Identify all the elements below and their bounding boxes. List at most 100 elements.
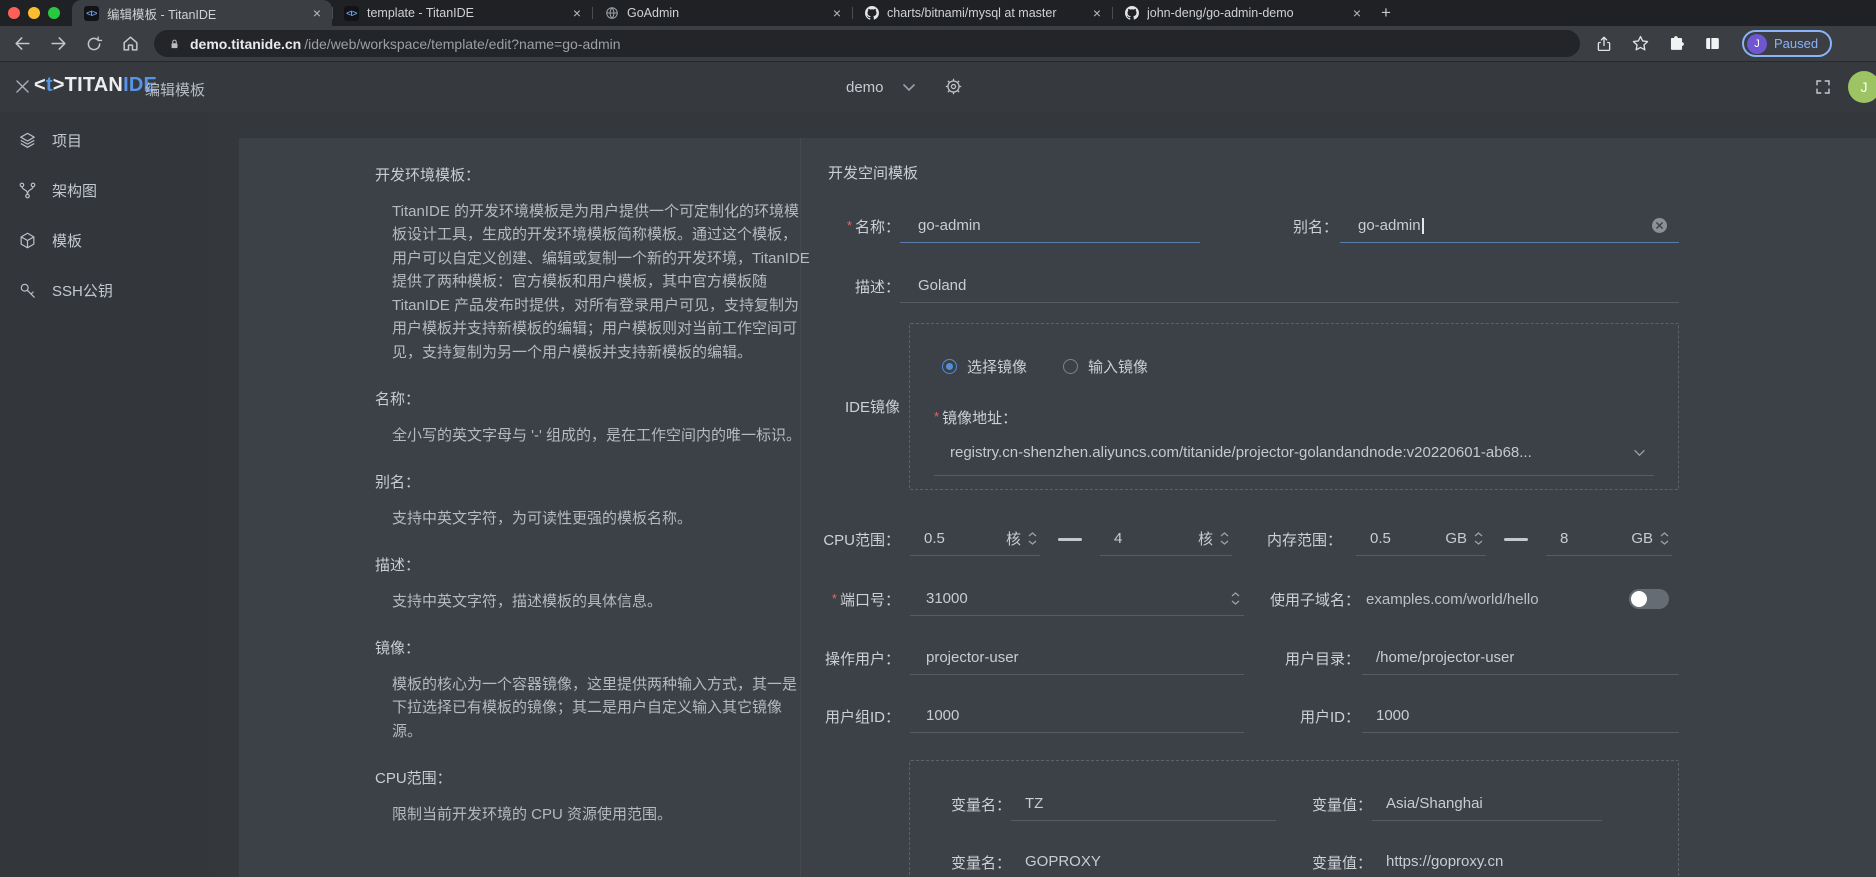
reload-button[interactable] — [78, 29, 110, 59]
sidebar-item-label: 项目 — [52, 130, 82, 151]
text-cursor — [1422, 218, 1424, 234]
fullscreen-icon[interactable] — [1814, 78, 1832, 101]
stepper-control[interactable] — [1474, 532, 1483, 545]
lock-icon — [168, 37, 181, 51]
doc-heading: CPU范围： — [375, 767, 811, 791]
extensions-puzzle-icon[interactable] — [1660, 29, 1692, 59]
group-id-label: 用户组ID： — [800, 706, 900, 727]
var-value-label: 变量值： — [1306, 852, 1372, 873]
required-marker: * — [934, 409, 939, 424]
ssh-key-icon — [18, 281, 37, 300]
doc-paragraph: 限制当前开发环境的 CPU 资源使用范围。 — [375, 803, 811, 827]
forward-button[interactable] — [42, 29, 74, 59]
image-address-select[interactable]: registry.cn-shenzhen.aliyuncs.com/titani… — [934, 444, 1654, 476]
group-id-input[interactable]: 1000 — [910, 699, 1244, 733]
stepper-control[interactable] — [1660, 532, 1669, 545]
sidebar-item-label: 模板 — [52, 230, 82, 251]
subdomain-example: examples.com/world/hello — [1366, 591, 1539, 608]
tab-close-icon[interactable]: × — [1091, 6, 1103, 20]
side-panel-icon[interactable] — [1696, 29, 1728, 59]
sidebar: 项目 架构图 模板 SSH公钥 — [0, 112, 215, 877]
clear-input-icon[interactable] — [1652, 218, 1667, 233]
cpu-max-input[interactable]: 4核 — [1100, 522, 1232, 556]
macos-minimize-button[interactable] — [28, 7, 40, 19]
tab-template[interactable]: <t> template - TitanIDE × — [332, 0, 592, 26]
name-input[interactable]: go-admin — [900, 209, 1200, 243]
required-marker: * — [847, 218, 852, 233]
tab-title: john-deng/go-admin-demo — [1147, 6, 1343, 20]
var-name-label: 变量名： — [936, 794, 1011, 815]
sidebar-item-ssh-keys[interactable]: SSH公钥 — [0, 265, 215, 315]
tab-close-icon[interactable]: × — [311, 6, 323, 20]
workspace-selector[interactable]: demo — [846, 79, 916, 96]
sidebar-item-templates[interactable]: 模板 — [0, 215, 215, 265]
input-image-radio-label[interactable]: 输入镜像 — [1088, 356, 1148, 377]
back-button[interactable] — [6, 29, 38, 59]
tab-title: template - TitanIDE — [367, 6, 563, 20]
tab-github-go-admin-demo[interactable]: john-deng/go-admin-demo × — [1112, 0, 1372, 26]
user-id-label: 用户ID： — [1270, 706, 1360, 727]
var-name-input[interactable]: TZ — [1011, 787, 1276, 821]
tab-close-icon[interactable]: × — [831, 6, 843, 20]
profile-avatar: J — [1747, 34, 1767, 54]
tab-github-mysql[interactable]: charts/bitnami/mysql at master × — [852, 0, 1112, 26]
env-var-row: 变量名： TZ 变量值： Asia/Shanghai — [936, 787, 1654, 821]
tab-edit-template[interactable]: <t> 编辑模板 - TitanIDE × — [72, 0, 332, 26]
input-image-radio[interactable] — [1063, 359, 1078, 374]
required-marker: * — [832, 591, 837, 606]
close-editor-icon[interactable] — [13, 77, 32, 101]
user-avatar[interactable]: J — [1848, 71, 1876, 103]
github-icon — [864, 6, 879, 21]
tab-goadmin[interactable]: GoAdmin × — [592, 0, 852, 26]
user-id-input[interactable]: 1000 — [1362, 699, 1679, 733]
var-name-input[interactable]: GOPROXY — [1011, 845, 1276, 877]
var-value-input[interactable]: Asia/Shanghai — [1372, 787, 1602, 821]
macos-zoom-button[interactable] — [48, 7, 60, 19]
sidebar-item-projects[interactable]: 项目 — [0, 115, 215, 165]
alias-input[interactable]: go-admin — [1340, 209, 1679, 243]
description-input[interactable]: Goland — [900, 269, 1679, 303]
stepper-control[interactable] — [1028, 532, 1037, 545]
tab-close-icon[interactable]: × — [571, 6, 583, 20]
share-icon[interactable] — [1588, 29, 1620, 59]
tab-strip: <t> 编辑模板 - TitanIDE × <t> template - Tit… — [0, 0, 1876, 26]
env-vars-group: 变量名： TZ 变量值： Asia/Shanghai 变量名： GOPROXY — [909, 760, 1679, 877]
subdomain-toggle[interactable] — [1629, 589, 1669, 609]
profile-status-label: Paused — [1774, 36, 1818, 51]
memory-min-input[interactable]: 0.5GB — [1356, 522, 1486, 556]
settings-gear-icon[interactable] — [944, 77, 963, 101]
memory-max-input[interactable]: 8GB — [1546, 522, 1672, 556]
chevron-down-icon — [1633, 449, 1646, 457]
select-image-radio-label[interactable]: 选择镜像 — [967, 356, 1027, 377]
sidebar-item-architecture[interactable]: 架构图 — [0, 165, 215, 215]
main-area: 项目 架构图 模板 SSH公钥 开发环境模板： TitanIDE 的开发环境模板… — [0, 112, 1876, 877]
macos-close-button[interactable] — [8, 7, 20, 19]
browser-profile-chip[interactable]: J Paused — [1742, 30, 1832, 57]
doc-paragraph: 模板的核心为一个容器镜像，这里提供两种输入方式，其一是下拉选择已有模板的镜像；其… — [375, 673, 811, 744]
select-image-radio[interactable] — [942, 359, 957, 374]
tabs: <t> 编辑模板 - TitanIDE × <t> template - Tit… — [72, 0, 1400, 26]
op-user-label: 操作用户： — [800, 648, 900, 669]
titanide-logo: <t>TITANIDE — [34, 74, 157, 97]
window-controls — [8, 7, 60, 19]
new-tab-button[interactable]: + — [1372, 0, 1400, 26]
port-input[interactable]: 31000 — [910, 582, 1244, 616]
cpu-range-label: CPU范围： — [800, 529, 900, 550]
stepper-control[interactable] — [1220, 532, 1229, 545]
user-dir-input[interactable]: /home/projector-user — [1362, 641, 1679, 675]
architecture-icon — [18, 181, 37, 200]
tab-close-icon[interactable]: × — [1351, 6, 1363, 20]
doc-paragraph: 支持中英文字符，描述模板的具体信息。 — [375, 590, 811, 614]
stepper-control[interactable] — [1231, 592, 1240, 605]
doc-heading: 镜像： — [375, 637, 811, 661]
tab-title: charts/bitnami/mysql at master — [887, 6, 1083, 20]
sidebar-item-label: 架构图 — [52, 180, 97, 201]
cpu-min-input[interactable]: 0.5核 — [910, 522, 1040, 556]
var-value-input[interactable]: https://goproxy.cn — [1372, 845, 1602, 877]
user-dir-label: 用户目录： — [1270, 648, 1360, 669]
op-user-input[interactable]: projector-user — [910, 641, 1244, 675]
github-icon — [1124, 6, 1139, 21]
home-button[interactable] — [114, 29, 146, 59]
bookmark-star-icon[interactable] — [1624, 29, 1656, 59]
address-bar[interactable]: demo.titanide.cn /ide/web/workspace/temp… — [154, 30, 1580, 57]
